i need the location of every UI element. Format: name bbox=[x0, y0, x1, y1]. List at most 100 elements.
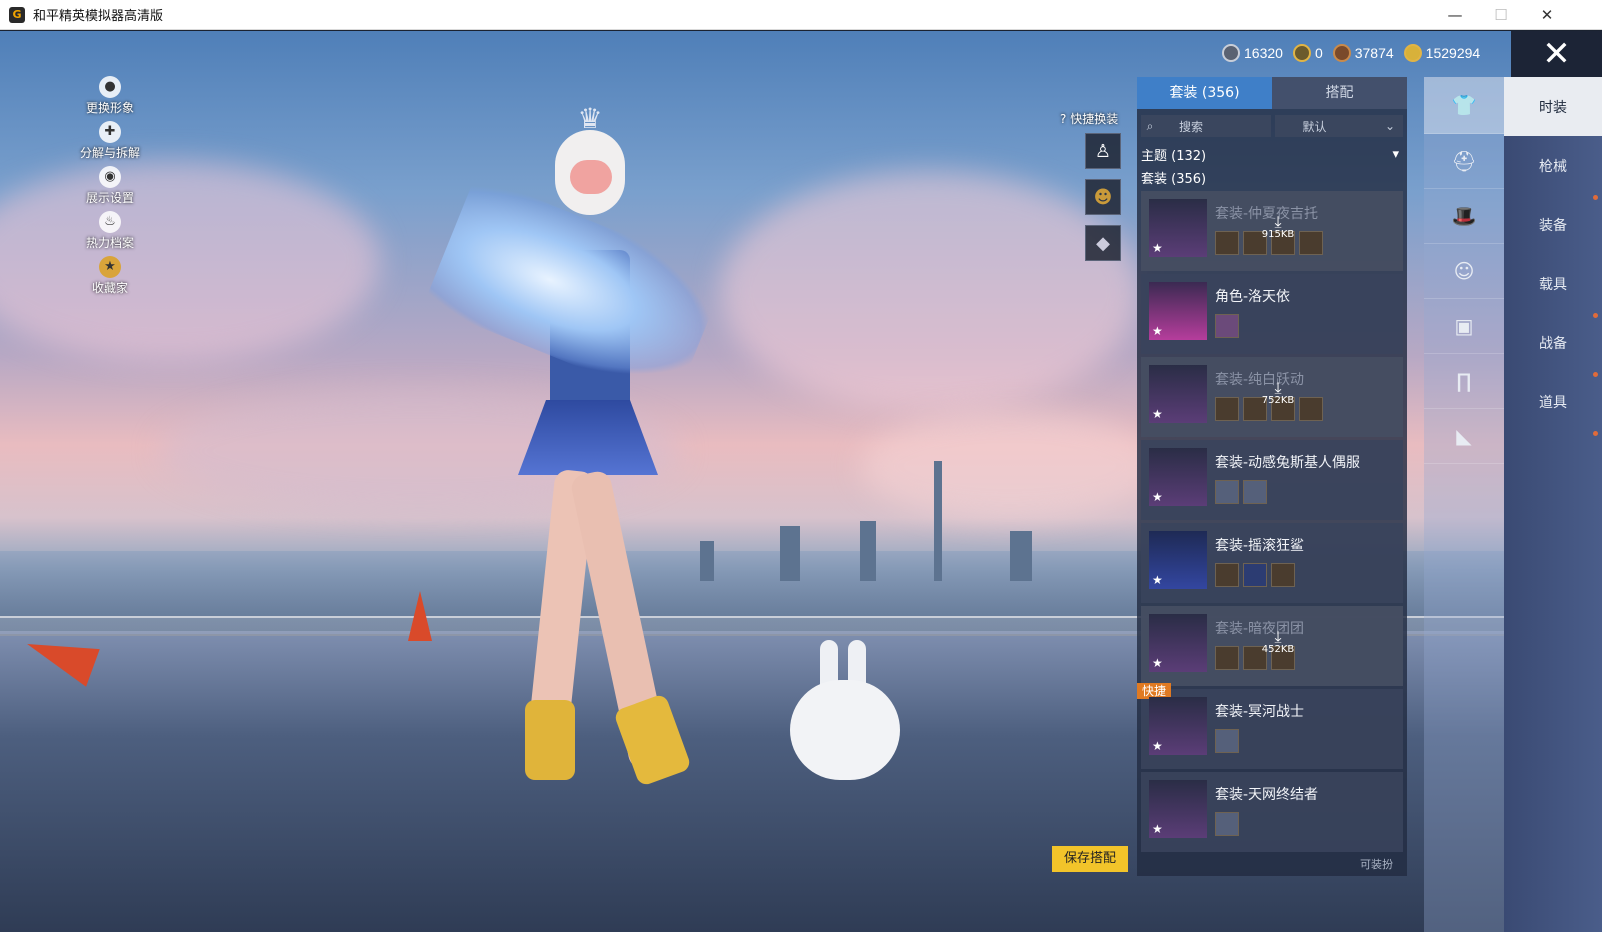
star-icon: ★ bbox=[1152, 573, 1163, 587]
outfit-thumbnail: ★ bbox=[1149, 365, 1207, 423]
minimize-button[interactable]: — bbox=[1432, 0, 1478, 30]
outfit-icon[interactable]: 👕 bbox=[1424, 77, 1504, 134]
tab-battle-prep[interactable]: 战备 bbox=[1504, 313, 1602, 372]
search-input[interactable]: ⌕ 搜索 bbox=[1141, 115, 1271, 137]
helmet-slot-icon[interactable]: ☻ bbox=[1085, 179, 1121, 215]
traffic-cone bbox=[408, 591, 432, 641]
gold-coin-icon bbox=[1403, 44, 1422, 62]
pet-body bbox=[790, 680, 900, 780]
currency-item: 0 bbox=[1292, 44, 1323, 62]
decompose-button[interactable]: ✚ 分解与拆解 bbox=[70, 121, 150, 166]
tab-vehicles[interactable]: 载具 bbox=[1504, 254, 1602, 313]
cloud bbox=[860, 411, 1160, 521]
gold-boot bbox=[525, 700, 575, 780]
help-icon[interactable]: ? bbox=[1060, 112, 1066, 126]
left-menu-label: 更换形象 bbox=[85, 101, 134, 115]
outfit-thumbnail: ★ bbox=[1149, 199, 1207, 257]
star-icon: ★ bbox=[1152, 490, 1163, 504]
medal-icon: ★ bbox=[99, 256, 121, 278]
sort-dropdown[interactable]: 默认 ⌄ bbox=[1274, 115, 1403, 137]
helmet-icon[interactable]: ⛑ bbox=[1424, 134, 1504, 189]
person-icon: ● bbox=[99, 76, 121, 98]
outfit-thumbnail: ★ bbox=[1149, 531, 1207, 589]
outfit-item[interactable]: ★ 套装-天网终结者 bbox=[1141, 772, 1403, 852]
outfit-item[interactable]: ★ 套装-纯白跃动 ⤓ 752KB bbox=[1141, 357, 1403, 437]
download-size: 452KB bbox=[1261, 644, 1295, 655]
display-settings-button[interactable]: ◉ 展示设置 bbox=[70, 166, 150, 211]
outfit-item[interactable]: 快捷 ★ 套装-冥河战士 bbox=[1137, 683, 1403, 769]
mask-icon[interactable]: ☺ bbox=[1424, 244, 1504, 299]
caret-down-icon: ▾ bbox=[1392, 147, 1399, 162]
outfit-name: 套装-摇滚狂鲨 bbox=[1215, 538, 1305, 554]
outfit-thumbnail: ★ bbox=[1149, 448, 1207, 506]
city-building bbox=[780, 526, 800, 581]
city-building bbox=[1010, 531, 1032, 581]
star-icon: ★ bbox=[1152, 656, 1163, 670]
pants-icon[interactable]: ∏ bbox=[1424, 354, 1504, 409]
currency-item: 1529294 bbox=[1403, 44, 1480, 62]
left-menu-label: 分解与拆解 bbox=[79, 146, 140, 160]
download-badge[interactable]: ⤓ 452KB bbox=[1258, 627, 1298, 656]
outfit-panel: 套装 (356) 搭配 ⌕ 搜索 默认 ⌄ 主题 (132) ▾ 套装 (356… bbox=[1137, 77, 1407, 876]
currency-item: 16320 bbox=[1222, 44, 1283, 62]
tab-items[interactable]: 道具 bbox=[1504, 372, 1602, 431]
top-icon[interactable]: ▣ bbox=[1424, 299, 1504, 354]
gold-boot bbox=[612, 693, 693, 787]
outfit-item[interactable]: ★ 套装-暗夜团团 ⤓ 452KB bbox=[1141, 606, 1403, 686]
left-menu: ● 更换形象 ✚ 分解与拆解 ◉ 展示设置 ♨ 热力档案 ★ 收藏家 bbox=[70, 76, 150, 301]
character-slot-icon[interactable]: ♙ bbox=[1085, 133, 1121, 169]
star-icon: ★ bbox=[1152, 324, 1163, 338]
tab-match[interactable]: 搭配 bbox=[1272, 77, 1407, 109]
outfit-thumbnail: ★ bbox=[1149, 614, 1207, 672]
outfit-item[interactable]: ★ 套装-动感兔斯基人偶服 bbox=[1141, 440, 1403, 520]
quick-change-label: 快捷换装 bbox=[1070, 112, 1119, 126]
search-icon: ⌕ bbox=[1146, 118, 1154, 133]
app-icon: G bbox=[9, 6, 25, 23]
window-close-button[interactable]: ✕ bbox=[1524, 0, 1570, 30]
star-icon: ★ bbox=[1152, 822, 1163, 836]
collector-button[interactable]: ★ 收藏家 bbox=[70, 256, 150, 301]
search-placeholder: 搜索 bbox=[1179, 119, 1204, 134]
outfit-name: 套装-冥河战士 bbox=[1215, 704, 1305, 720]
notification-dot bbox=[1593, 313, 1598, 318]
star-icon: ★ bbox=[1152, 739, 1163, 753]
suit-label: 套装 (356) bbox=[1141, 172, 1207, 187]
part-icon bbox=[1215, 480, 1239, 504]
chevron-down-icon: ⌄ bbox=[1384, 119, 1395, 133]
hat-icon[interactable]: 🎩 bbox=[1424, 189, 1504, 244]
part-icon bbox=[1215, 729, 1239, 753]
outfit-item[interactable]: ★ 角色-洛天依 bbox=[1141, 274, 1403, 354]
outfit-item[interactable]: ★ 套装-仲夏夜吉托 ⤓ 915KB bbox=[1141, 191, 1403, 271]
change-appearance-button[interactable]: ● 更换形象 bbox=[70, 76, 150, 121]
outfit-item[interactable]: ★ 套装-摇滚狂鲨 bbox=[1141, 523, 1403, 603]
shoes-icon[interactable]: ◣ bbox=[1424, 409, 1504, 464]
outfit-name: 套装-天网终结者 bbox=[1215, 787, 1319, 803]
tab-fashion[interactable]: 时装 bbox=[1504, 77, 1602, 136]
theme-label: 主题 (132) bbox=[1141, 149, 1207, 164]
save-outfit-button[interactable]: 保存搭配 bbox=[1052, 846, 1128, 872]
category-column: 👕 ⛑ 🎩 ☺ ▣ ∏ ◣ bbox=[1424, 77, 1504, 932]
suit-section-header: 套装 (356) bbox=[1137, 166, 1407, 189]
currency-value: 0 bbox=[1314, 45, 1323, 61]
close-icon[interactable]: ✕ bbox=[1511, 31, 1602, 77]
city-building bbox=[860, 521, 876, 581]
star-icon: ★ bbox=[1152, 241, 1163, 255]
download-badge[interactable]: ⤓ 915KB bbox=[1258, 214, 1298, 241]
part-icon bbox=[1271, 563, 1295, 587]
left-menu-label: 展示设置 bbox=[85, 191, 134, 205]
diamond-slot-icon[interactable]: ◆ bbox=[1085, 225, 1121, 261]
download-badge[interactable]: ⤓ 752KB bbox=[1258, 378, 1298, 407]
tab-suits[interactable]: 套装 (356) bbox=[1137, 77, 1272, 109]
outfit-name: 角色-洛天依 bbox=[1215, 289, 1291, 305]
notification-dot bbox=[1593, 431, 1598, 436]
theme-filter[interactable]: 主题 (132) ▾ bbox=[1137, 143, 1407, 166]
maximize-button[interactable]: ☐ bbox=[1478, 0, 1524, 30]
window-title: 和平精英模拟器高清版 bbox=[33, 9, 164, 24]
heat-profile-button[interactable]: ♨ 热力档案 bbox=[70, 211, 150, 256]
right-tab-column: 时装 枪械 装备 载具 战备 道具 bbox=[1504, 77, 1602, 932]
download-icon: ⤓ bbox=[1274, 378, 1282, 397]
city-tower bbox=[934, 461, 942, 581]
tab-equipment[interactable]: 装备 bbox=[1504, 195, 1602, 254]
tab-weapons[interactable]: 枪械 bbox=[1504, 136, 1602, 195]
download-icon: ⤓ bbox=[1274, 627, 1282, 646]
